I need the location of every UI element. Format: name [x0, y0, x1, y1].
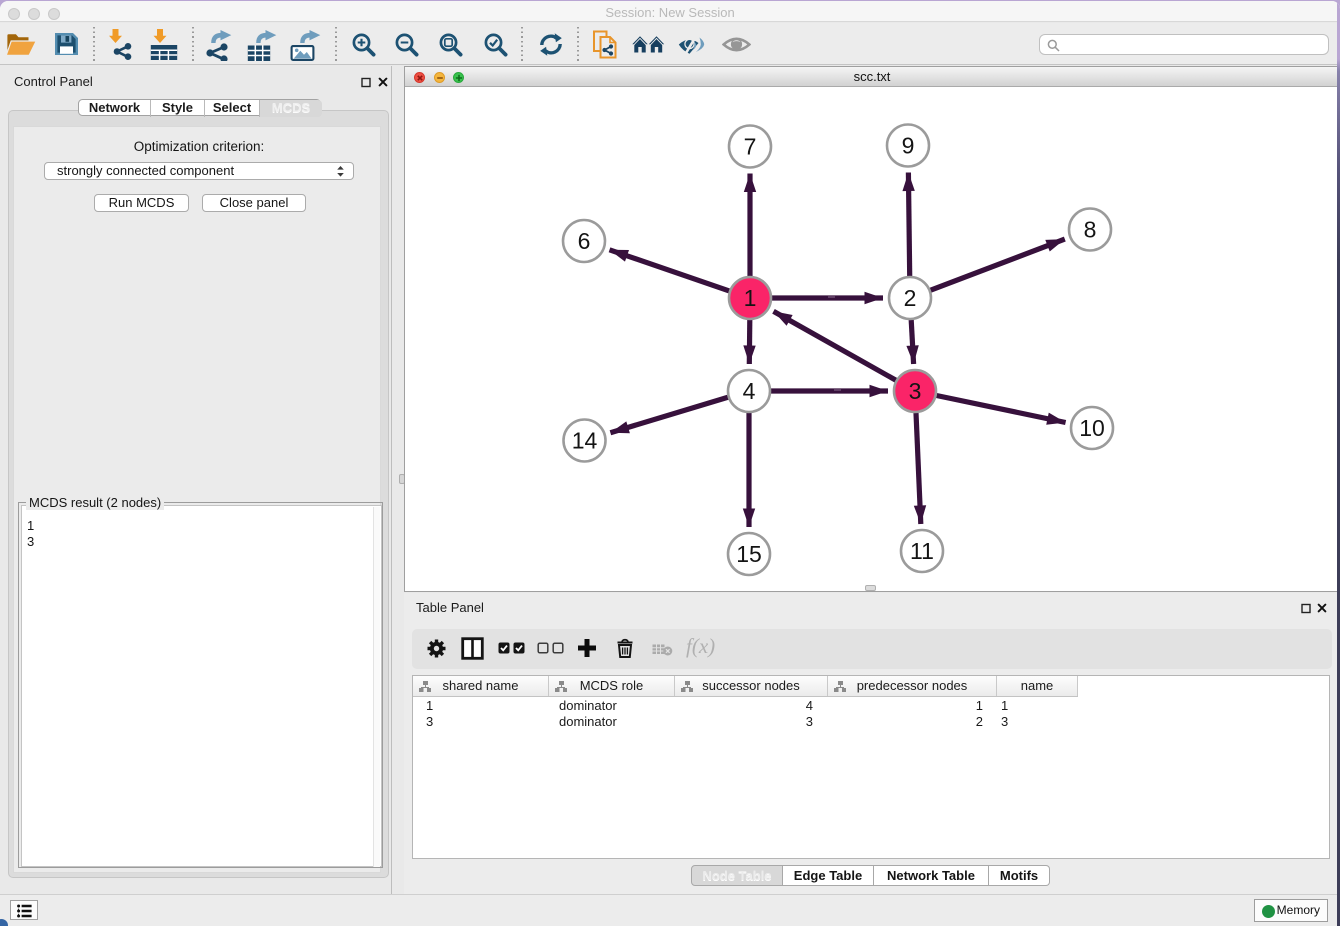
svg-text:8: 8	[1084, 217, 1097, 243]
svg-text:15: 15	[736, 541, 762, 567]
svg-text:7: 7	[744, 134, 757, 160]
svg-text:14: 14	[572, 428, 598, 454]
svg-text:9: 9	[902, 133, 915, 159]
svg-text:11: 11	[910, 538, 934, 564]
svg-text:4: 4	[743, 378, 756, 404]
svg-text:1: 1	[744, 285, 757, 311]
svg-text:6: 6	[578, 228, 591, 254]
svg-text:3: 3	[909, 378, 922, 404]
svg-text:2: 2	[904, 285, 917, 311]
svg-text:10: 10	[1079, 415, 1105, 441]
